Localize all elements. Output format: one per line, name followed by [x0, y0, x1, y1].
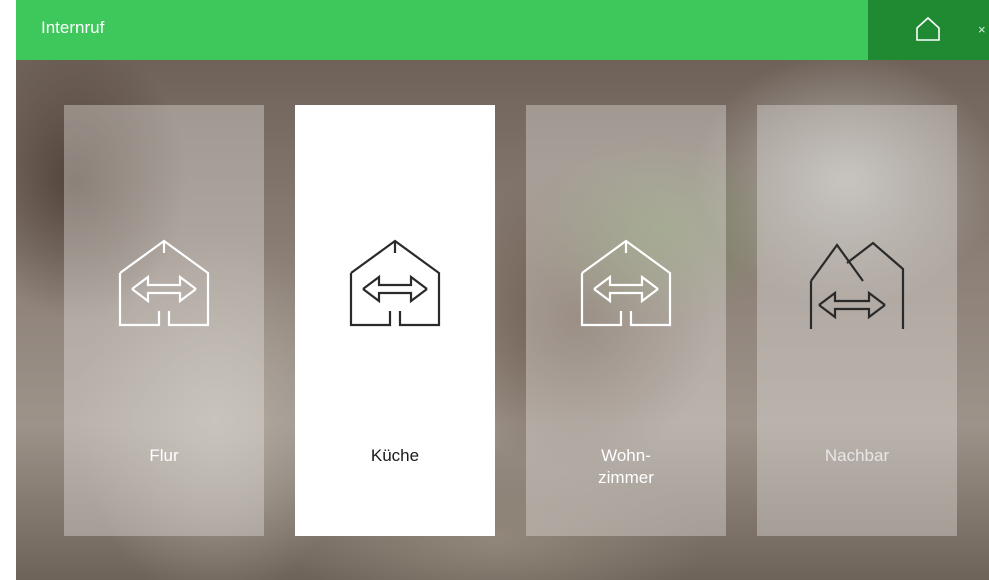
room-tile-label: Flur [149, 446, 179, 465]
close-icon[interactable]: × [978, 22, 986, 37]
house-intercom-icon [580, 239, 672, 327]
house-intercom-icon [349, 239, 441, 327]
home-button[interactable]: × [868, 0, 989, 60]
intercom-screen: Internruf × Flur Küche Wohn- zimmer Nach… [16, 0, 989, 580]
room-tile-label: Wohn- zimmer [598, 446, 654, 487]
home-icon [916, 16, 940, 41]
room-tile-kueche[interactable]: Küche [295, 105, 495, 536]
neighbor-houses-intercom-icon [809, 241, 905, 329]
house-intercom-icon [118, 239, 210, 327]
room-tile-flur[interactable]: Flur [64, 105, 264, 536]
room-tile-label: Küche [370, 446, 420, 465]
room-tile-wohnzimmer[interactable]: Wohn- zimmer [526, 105, 726, 536]
room-tile-nachbar[interactable]: Nachbar [757, 105, 957, 536]
room-tile-label: Nachbar [824, 446, 890, 465]
header-bar: Internruf × [16, 0, 989, 60]
page-title: Internruf [41, 18, 105, 37]
